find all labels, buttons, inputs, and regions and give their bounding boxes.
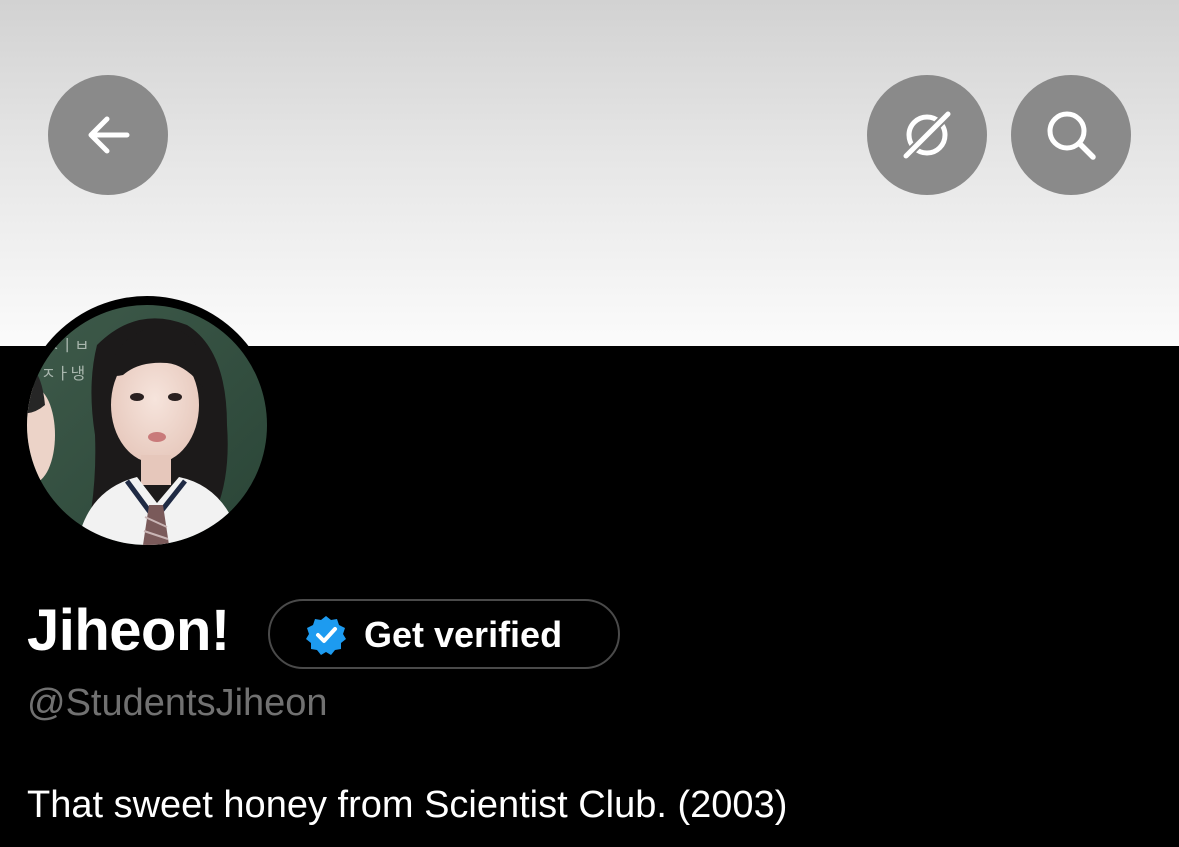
grok-icon [900,108,954,162]
avatar-chalk-text: ㅈㅏ냉 [41,364,85,383]
user-handle: @StudentsJiheon [27,682,328,724]
arrow-left-icon [88,116,130,154]
search-button[interactable] [1011,75,1131,195]
search-icon [1047,111,1096,160]
back-button[interactable] [48,75,168,195]
verified-badge-icon [306,616,346,655]
display-name: Jiheon! [27,598,230,663]
get-verified-button[interactable]: Get verified [268,599,620,669]
grok-button[interactable] [867,75,987,195]
profile-bio: That sweet honey from Scientist Club. (2… [27,784,788,826]
avatar[interactable]: ㅈㅣㅂ ㅈㅏ냉 [27,305,267,545]
get-verified-label: Get verified [364,614,563,655]
profile-banner[interactable] [0,0,1179,346]
